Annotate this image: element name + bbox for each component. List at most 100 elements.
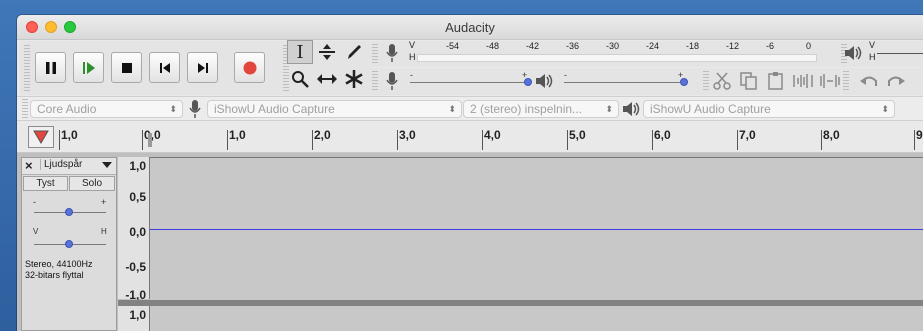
ruler-tick (312, 130, 313, 150)
playback-volume-slider-knob[interactable] (680, 78, 688, 86)
second-track-scale-top: 1,0 (129, 308, 146, 322)
multi-tool[interactable] (341, 67, 367, 91)
timeline-ruler[interactable]: 1,0 0,0 1,0 2,0 3,0 4,0 5,0 6,0 7,0 8,0 9 (17, 121, 923, 153)
ruler-label: 7,0 (739, 128, 756, 142)
recording-device-dropdown[interactable]: iShowU Audio Capture ⬍ (207, 100, 462, 118)
selection-tool[interactable]: I (287, 40, 313, 64)
audio-host-value: Core Audio (37, 102, 97, 116)
double-arrow-icon (317, 74, 337, 84)
play-volume-minus: - (564, 70, 567, 80)
window-title: Audacity (445, 20, 495, 35)
record-meter[interactable]: -54 -48 -42 -36 -30 -24 -18 -12 -6 0 (417, 41, 823, 64)
recording-channels-value: 2 (stereo) inspelnin... (470, 102, 583, 116)
device-toolbar: Core Audio ⬍ iShowU Audio Capture ⬍ 2 (s… (17, 96, 923, 121)
asterisk-icon (345, 70, 363, 88)
skip-end-button[interactable] (187, 52, 218, 83)
ruler-label: 1,0 (229, 128, 246, 142)
ruler-tick (737, 130, 738, 150)
play-meter-scale-line[interactable] (877, 43, 923, 54)
audacity-window: Audacity I V H -54 -48 -42 -36 -30 -24 -… (17, 15, 923, 331)
redo-button[interactable] (883, 68, 909, 93)
track-vertical-scale[interactable]: 1,0 0,5 0,0 -0,5 -1,0 (118, 157, 150, 302)
undo-icon (860, 76, 877, 86)
pencil-icon (348, 45, 361, 59)
pan-right-letter: H (101, 227, 107, 236)
track-header: × Ljudspår (22, 158, 116, 175)
ruler-tick (821, 130, 822, 150)
tracks-area: × Ljudspår Tyst Solo - + V H Stereo, 441… (17, 153, 923, 331)
envelope-tool[interactable] (314, 40, 340, 64)
pause-button[interactable] (35, 52, 66, 83)
vertical-scale-label: 0,0 (129, 225, 146, 239)
track-menu-arrow-icon[interactable] (102, 162, 112, 168)
toolbar-grip[interactable] (24, 45, 30, 91)
stop-icon (121, 62, 132, 73)
draw-tool[interactable] (341, 40, 367, 64)
zoom-tool[interactable] (287, 67, 313, 91)
time-shift-tool[interactable] (314, 67, 340, 91)
play-head-triangle-icon (33, 130, 49, 144)
second-track-waveform-area[interactable] (150, 306, 923, 331)
audio-host-dropdown[interactable]: Core Audio ⬍ (30, 100, 183, 118)
ruler-tick (652, 130, 653, 150)
record-meter-tick-label: 0 (806, 41, 812, 51)
cut-button[interactable] (709, 68, 735, 93)
updown-chevron-icon: ⬍ (448, 104, 456, 114)
gain-plus: + (101, 197, 107, 207)
playback-volume-slider-track[interactable] (564, 82, 686, 83)
meter-left-letter: V (409, 40, 416, 50)
gain-minus: - (33, 197, 36, 207)
play-meter-speaker-icon[interactable] (843, 43, 863, 68)
play-button[interactable] (73, 52, 104, 83)
track-info-line-2: 32-bitars flyttal (25, 270, 84, 280)
undo-button[interactable] (856, 68, 882, 93)
envelope-icon (319, 44, 335, 60)
track-close-button[interactable]: × (25, 158, 33, 173)
toolbar-grip[interactable] (22, 99, 28, 118)
paste-button[interactable] (763, 68, 789, 93)
paste-icon (768, 71, 783, 90)
mute-button[interactable]: Tyst (23, 176, 68, 191)
copy-icon (740, 71, 757, 90)
waveform-area[interactable] (150, 157, 923, 300)
ruler-label: 9 (916, 128, 923, 142)
play-meter-left-letter: V (869, 40, 876, 50)
silence-button[interactable] (817, 68, 843, 93)
record-meter-tick-label: -36 (566, 41, 580, 51)
toolbar-grip[interactable] (843, 71, 849, 92)
second-track-vertical-scale[interactable]: 1,0 (118, 306, 150, 331)
recording-volume-slider-track[interactable] (410, 82, 528, 83)
copy-button[interactable] (736, 68, 762, 93)
updown-chevron-icon: ⬍ (605, 104, 613, 114)
recording-channels-dropdown[interactable]: 2 (stereo) inspelnin... ⬍ (463, 100, 619, 118)
scissors-icon (713, 71, 731, 90)
playback-device-dropdown[interactable]: iShowU Audio Capture ⬍ (643, 100, 895, 118)
gain-slider-knob[interactable] (65, 208, 73, 216)
ruler-tick (142, 130, 143, 150)
silence-audio-icon (820, 73, 840, 88)
ruler-tick (397, 130, 398, 150)
track-name-menu[interactable]: Ljudspår (40, 159, 82, 170)
rec-volume-minus: - (410, 70, 413, 80)
skip-start-button[interactable] (149, 52, 180, 83)
stop-button[interactable] (111, 52, 142, 83)
record-meter-tick-label: -12 (726, 41, 740, 51)
playback-device-value: iShowU Audio Capture (650, 102, 771, 116)
play-meter-right-letter: H (869, 52, 876, 62)
record-meter-tick-label: -42 (526, 41, 540, 51)
toolbar-grip[interactable] (372, 71, 378, 92)
recording-volume-slider-knob[interactable] (524, 78, 532, 86)
title-bar: Audacity (17, 15, 923, 40)
skip-end-icon (197, 62, 208, 73)
record-meter-mic-icon[interactable] (385, 43, 399, 68)
ruler-label: 1,0 (61, 128, 78, 142)
solo-button[interactable]: Solo (69, 176, 115, 191)
trim-button[interactable] (790, 68, 816, 93)
playback-position-marker (148, 133, 152, 147)
playback-volume-speaker-icon (534, 71, 554, 96)
ruler-tick (482, 130, 483, 150)
record-button[interactable] (234, 52, 265, 83)
toolbar-grip[interactable] (372, 44, 378, 64)
pinned-play-head-toggle[interactable] (28, 126, 54, 148)
pan-slider-knob[interactable] (65, 240, 73, 248)
